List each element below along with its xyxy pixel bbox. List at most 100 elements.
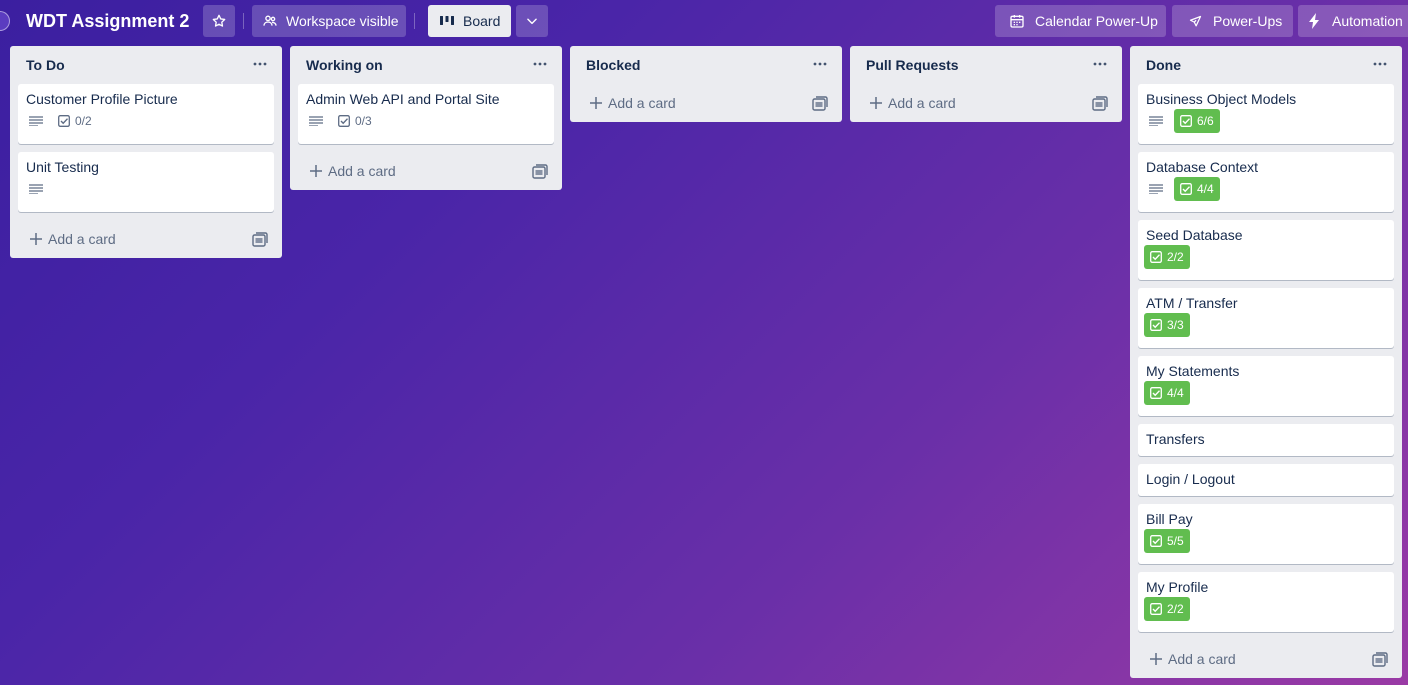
card[interactable]: Business Object Models 6/6 <box>1138 84 1394 144</box>
more-icon <box>253 62 267 66</box>
calendar-powerup-label: Calendar Power-Up <box>1035 13 1158 29</box>
list-header: To Do <box>10 46 282 84</box>
checkbox-icon <box>1150 535 1162 547</box>
card-title: Unit Testing <box>26 159 99 175</box>
people-icon <box>263 15 277 26</box>
list-title[interactable]: Working on <box>306 57 383 73</box>
add-card-button[interactable]: Add a card <box>1130 640 1402 678</box>
card[interactable]: ATM / Transfer 3/3 <box>1138 288 1394 348</box>
more-icon <box>533 62 547 66</box>
card-title: Customer Profile Picture <box>26 91 178 107</box>
card-badges <box>18 176 274 202</box>
checklist-count: 4/4 <box>1167 386 1184 400</box>
visibility-button[interactable]: Workspace visible <box>252 5 406 37</box>
card[interactable]: Seed Database 2/2 <box>1138 220 1394 280</box>
rocket-icon <box>1189 15 1202 26</box>
checklist-badge: 6/6 <box>1174 109 1220 133</box>
card-template-icon[interactable] <box>1092 96 1108 112</box>
checkbox-icon <box>1150 251 1162 263</box>
more-icon <box>1093 62 1107 66</box>
checklist-count: 0/3 <box>355 114 372 128</box>
card[interactable]: Login / Logout <box>1138 464 1394 496</box>
checklist-count: 2/2 <box>1167 602 1184 616</box>
add-card-button[interactable]: Add a card <box>850 84 1122 122</box>
add-card-label: Add a card <box>328 163 396 179</box>
checkbox-icon <box>1180 183 1192 195</box>
add-card-button[interactable]: Add a card <box>290 152 562 190</box>
list-to-do: To Do Customer Profile Picture 0/2 Unit … <box>10 46 282 258</box>
board-view-button[interactable]: Board <box>428 5 511 37</box>
checklist-badge: 2/2 <box>1144 597 1190 621</box>
list-title[interactable]: Pull Requests <box>866 57 959 73</box>
list-menu-button[interactable] <box>1370 56 1390 72</box>
checklist-count: 5/5 <box>1167 534 1184 548</box>
card-title: Login / Logout <box>1146 471 1235 487</box>
add-card-label: Add a card <box>48 231 116 247</box>
card-title: My Statements <box>1146 363 1240 379</box>
checklist-badge: 0/3 <box>334 111 376 131</box>
list-menu-button[interactable] <box>1090 56 1110 72</box>
card-template-icon[interactable] <box>532 164 548 180</box>
checkbox-icon <box>1150 603 1162 615</box>
add-card-button[interactable]: Add a card <box>570 84 842 122</box>
description-icon <box>1144 111 1168 131</box>
card-template-icon[interactable] <box>812 96 828 112</box>
card[interactable]: Transfers <box>1138 424 1394 456</box>
description-icon <box>24 179 48 199</box>
card[interactable]: Customer Profile Picture 0/2 <box>18 84 274 144</box>
card-title: Business Object Models <box>1146 91 1297 107</box>
checklist-count: 3/3 <box>1167 318 1184 332</box>
powerups-label: Power-Ups <box>1213 13 1283 29</box>
list-title[interactable]: Done <box>1146 57 1181 73</box>
list-title[interactable]: Blocked <box>586 57 640 73</box>
list-menu-button[interactable] <box>810 56 830 72</box>
checklist-count: 2/2 <box>1167 250 1184 264</box>
description-icon <box>24 111 48 131</box>
card-title: Transfers <box>1146 431 1205 447</box>
calendar-powerup-button[interactable]: Calendar Power-Up <box>995 5 1166 37</box>
add-card-label: Add a card <box>608 95 676 111</box>
card-badges: 6/6 <box>1138 108 1394 134</box>
card[interactable]: My Profile 2/2 <box>1138 572 1394 632</box>
card-title: My Profile <box>1146 579 1209 595</box>
checklist-badge: 4/4 <box>1174 177 1220 201</box>
automation-label: Automation <box>1332 13 1403 29</box>
list-header: Blocked <box>570 46 842 84</box>
powerups-button[interactable]: Power-Ups <box>1172 5 1293 37</box>
card-badges: 4/4 <box>1138 380 1394 406</box>
star-board-button[interactable] <box>203 5 235 37</box>
list-pull-requests: Pull Requests Add a card <box>850 46 1122 122</box>
card-title: Database Context <box>1146 159 1259 175</box>
card-template-icon[interactable] <box>1372 652 1388 668</box>
checklist-badge: 4/4 <box>1144 381 1190 405</box>
sidebar-expand-handle[interactable] <box>0 11 10 31</box>
star-icon <box>212 14 226 27</box>
list-blocked: Blocked Add a card <box>570 46 842 122</box>
list-menu-button[interactable] <box>250 56 270 72</box>
card[interactable]: Unit Testing <box>18 152 274 212</box>
checklist-count: 4/4 <box>1197 182 1214 196</box>
checklist-count: 0/2 <box>75 114 92 128</box>
automation-button[interactable]: Automation <box>1298 5 1408 37</box>
checkbox-icon <box>58 115 70 127</box>
more-icon <box>813 62 827 66</box>
description-icon <box>304 111 328 131</box>
card-badges: 3/3 <box>1138 312 1394 338</box>
plus-icon <box>590 97 602 109</box>
add-card-button[interactable]: Add a card <box>10 220 282 258</box>
plus-icon <box>870 97 882 109</box>
card-template-icon[interactable] <box>252 232 268 248</box>
list-menu-button[interactable] <box>530 56 550 72</box>
card[interactable]: My Statements 4/4 <box>1138 356 1394 416</box>
view-switcher-button[interactable] <box>516 5 548 37</box>
card[interactable]: Bill Pay 5/5 <box>1138 504 1394 564</box>
board-title[interactable]: WDT Assignment 2 <box>26 9 189 33</box>
card-badges: 2/2 <box>1138 596 1394 622</box>
description-icon <box>1144 179 1168 199</box>
visibility-label: Workspace visible <box>286 13 399 29</box>
list-header: Pull Requests <box>850 46 1122 84</box>
list-title[interactable]: To Do <box>26 57 65 73</box>
card[interactable]: Database Context 4/4 <box>1138 152 1394 212</box>
chevron-down-icon <box>527 18 537 25</box>
card[interactable]: Admin Web API and Portal Site 0/3 <box>298 84 554 144</box>
